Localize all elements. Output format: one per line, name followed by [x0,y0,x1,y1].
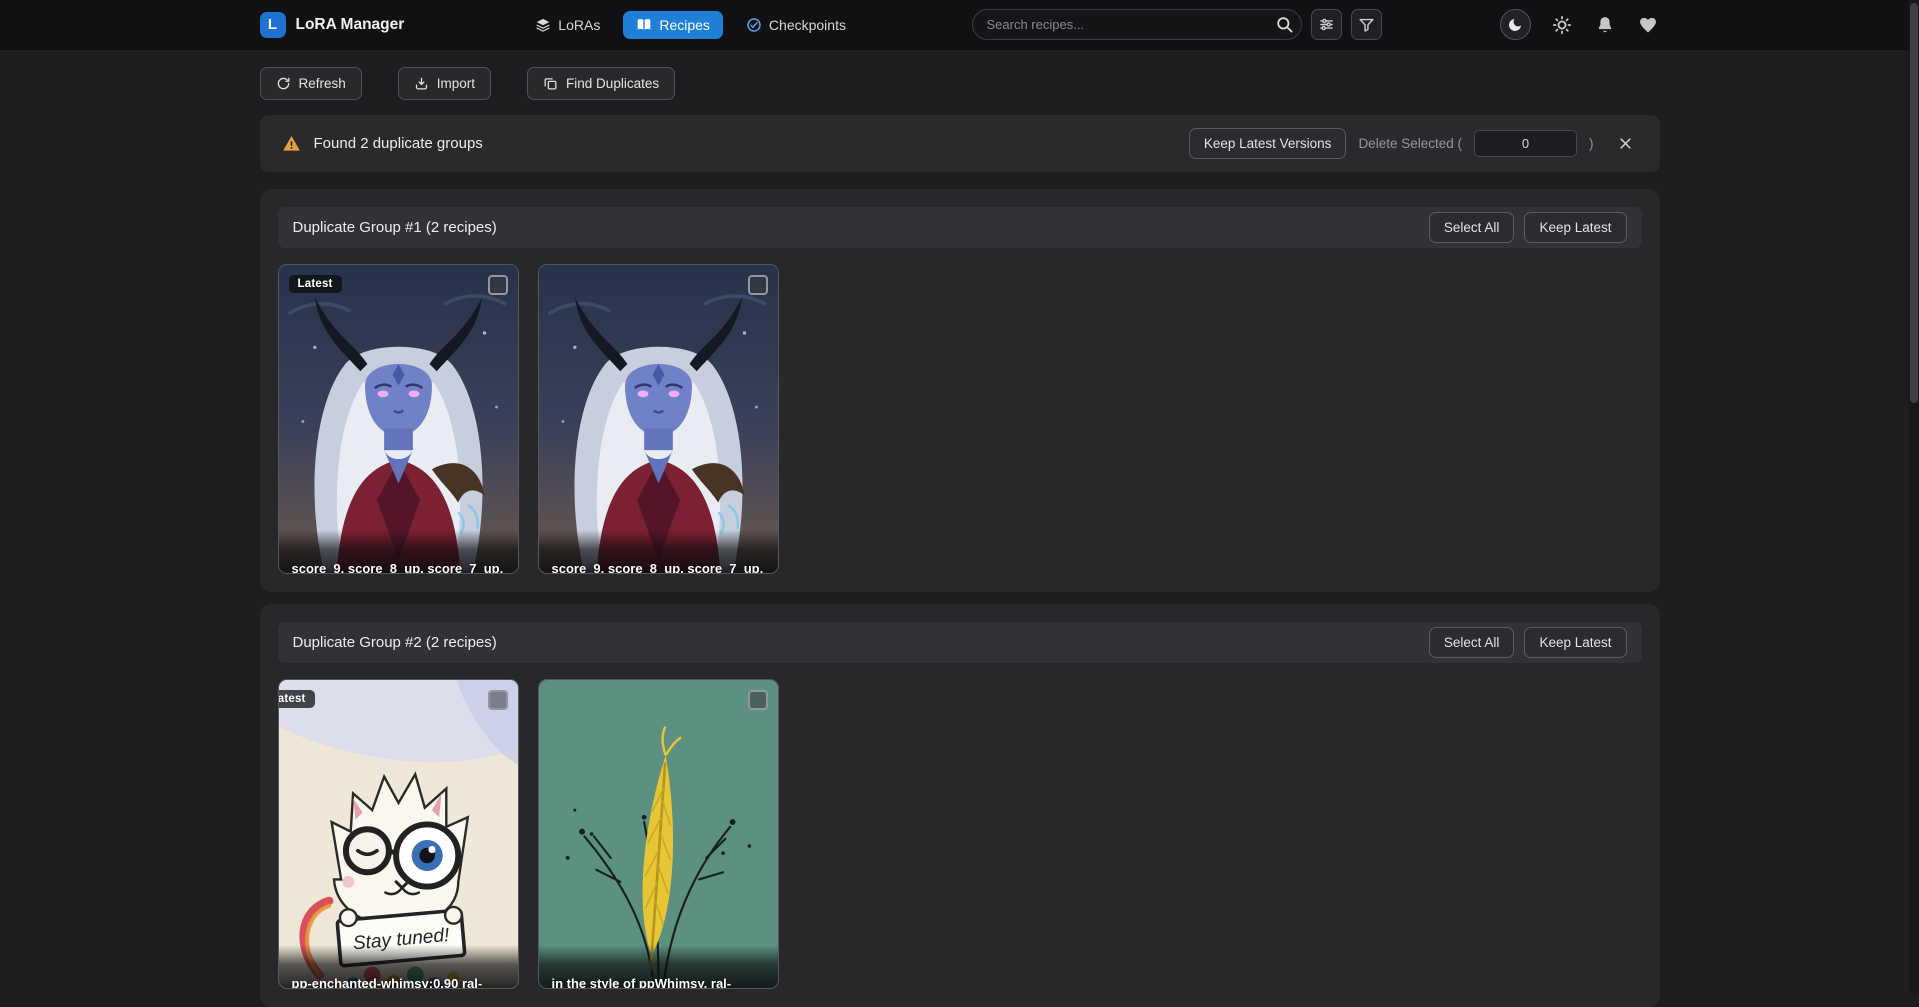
duplicate-group-1: Duplicate Group #1 (2 recipes) Select Al… [260,189,1660,592]
app-logo[interactable]: L [260,12,286,38]
duplicate-group-2: Duplicate Group #2 (2 recipes) Select Al… [260,604,1660,1007]
nav-actions [1500,9,1660,40]
tab-loras-label: LoRAs [558,17,600,33]
import-button[interactable]: Import [398,67,491,100]
app-title: LoRA Manager [296,16,405,34]
recipe-card[interactable]: in the style of ppWhimsy, ral-frctlgmtry… [538,679,779,989]
find-duplicates-button[interactable]: Find Duplicates [527,67,675,100]
tab-recipes-label: Recipes [659,17,710,33]
group-2-keep-latest-button[interactable]: Keep Latest [1524,627,1626,658]
recipe-caption: pp-enchanted-whimsy:0.90 ral-frctlgmtry_… [279,945,518,988]
main-content: Refresh Import Find Duplicates [260,67,1660,1007]
card-checkbox[interactable] [488,690,508,710]
vertical-scrollbar[interactable] [1909,0,1919,993]
group-2-title: Duplicate Group #2 (2 recipes) [293,634,497,651]
sliders-button[interactable] [1311,9,1342,40]
recipe-caption: score_9, score_8_up, score_7_up, BREAK, … [539,530,778,573]
group-1-cards: Latest score_9, score_8_up, score_7_up, … [278,264,1642,574]
group-2-header: Duplicate Group #2 (2 recipes) Select Al… [278,622,1642,663]
copy-icon [543,76,558,91]
refresh-label: Refresh [299,76,346,91]
refresh-button[interactable]: Refresh [260,67,362,100]
import-label: Import [437,76,475,91]
group-1-header: Duplicate Group #1 (2 recipes) Select Al… [278,207,1642,248]
favorites-button[interactable] [1638,14,1660,36]
filter-button[interactable] [1351,9,1382,40]
group-2-select-all-button[interactable]: Select All [1429,627,1515,658]
recipe-caption: in the style of ppWhimsy, ral-frctlgmtry… [539,945,778,988]
duplicates-alert: Found 2 duplicate groups Keep Latest Ver… [260,115,1660,172]
recipe-image-feather [539,680,778,988]
layers-icon [535,17,551,33]
scrollbar-thumb[interactable] [1910,3,1918,403]
book-icon [636,17,652,33]
brand: L LoRA Manager [260,12,405,38]
latest-badge: Latest [289,275,342,293]
group-2-cards: Stay tuned! Latest pp-enchanted-whimsy:0… [278,679,1642,989]
notifications-button[interactable] [1595,14,1617,36]
check-circle-icon [746,17,762,33]
recipe-card[interactable]: Stay tuned! Latest pp-enchanted-whimsy:0… [278,679,519,989]
keep-latest-versions-button[interactable]: Keep Latest Versions [1189,128,1347,159]
card-checkbox[interactable] [748,690,768,710]
funnel-icon [1358,16,1375,33]
search-button[interactable] [1273,13,1296,36]
delete-count-input[interactable] [1474,130,1577,157]
heart-icon [1638,15,1660,35]
group-1-keep-latest-button[interactable]: Keep Latest [1524,212,1626,243]
nav-search-area [972,9,1382,40]
tab-checkpoints[interactable]: Checkpoints [733,11,859,39]
recipe-caption: score_9, score_8_up, score_7_up, BREAK, … [279,530,518,573]
recipe-card[interactable]: score_9, score_8_up, score_7_up, BREAK, … [538,264,779,574]
card-checkbox[interactable] [488,275,508,295]
tab-loras[interactable]: LoRAs [522,11,613,39]
app-logo-letter: L [268,16,277,33]
moon-icon [1507,17,1523,33]
tab-checkpoints-label: Checkpoints [769,17,846,33]
navbar: L LoRA Manager LoRAs Recipe [0,0,1919,49]
close-icon [1618,136,1638,151]
sliders-icon [1318,16,1335,33]
search-input[interactable] [972,9,1302,40]
close-alert-button[interactable] [1618,134,1638,154]
search-icon [1275,15,1294,34]
recipe-card[interactable]: Latest score_9, score_8_up, score_7_up, … [278,264,519,574]
recipe-image-demon-girl [539,265,778,573]
bell-icon [1595,15,1617,35]
toolbar: Refresh Import Find Duplicates [260,67,1660,100]
card-checkbox[interactable] [748,275,768,295]
recipe-image-cat: Stay tuned! [279,680,518,988]
find-duplicates-label: Find Duplicates [566,76,659,91]
theme-toggle-button[interactable] [1500,9,1531,40]
warning-icon [282,134,301,153]
refresh-icon [276,76,291,91]
latest-badge: Latest [278,690,315,708]
gear-icon [1552,15,1574,35]
settings-button[interactable] [1552,14,1574,36]
tab-recipes[interactable]: Recipes [623,11,723,39]
delete-selected-suffix: ) [1589,136,1594,151]
recipe-image-demon-girl [279,265,518,573]
alert-message: Found 2 duplicate groups [314,135,483,152]
delete-selected-label: Delete Selected ( [1358,136,1462,151]
nav-tabs: LoRAs Recipes Checkpoints [522,11,859,39]
group-1-title: Duplicate Group #1 (2 recipes) [293,219,497,236]
import-icon [414,76,429,91]
group-1-select-all-button[interactable]: Select All [1429,212,1515,243]
